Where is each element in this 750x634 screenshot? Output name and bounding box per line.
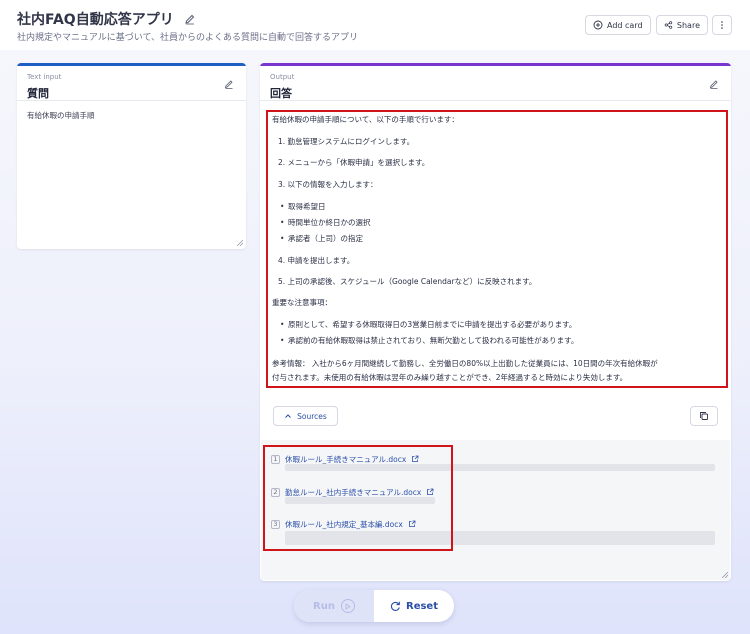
answer-step: 5. 上司の承認後、スケジュール（Google Calendarなど）に反映され… xyxy=(278,277,537,286)
add-card-icon xyxy=(593,20,603,30)
answer-note-item: 原則として、希望する休暇取得日の3営業日前までに申請を提出する必要があります。 xyxy=(280,319,576,330)
play-icon xyxy=(340,599,355,613)
resize-handle-icon[interactable] xyxy=(722,572,728,578)
question-input[interactable]: 有給休暇の申請手順 xyxy=(27,110,95,121)
answer-note-item: 承認前の有給休暇取得は禁止されており、無断欠勤として扱われる可能性があります。 xyxy=(280,335,578,346)
output-type-label: Output xyxy=(270,73,295,81)
reset-label: Reset xyxy=(406,600,438,612)
output-card-divider xyxy=(260,100,731,101)
answer-intro: 有給休暇の申請手順について、以下の手順で行います： xyxy=(272,115,459,124)
answer-text: 有給休暇の申請手順について、以下の手順で行います： 1. 勤怠管理システムにログ… xyxy=(266,110,728,388)
answer-step: 1. 勤怠管理システムにログインします。 xyxy=(278,137,415,146)
answer-notes-heading: 重要な注意事項： xyxy=(272,298,332,307)
app-subtitle: 社内規定やマニュアルに基づいて、社員からのよくある質問に自動で回答するアプリ xyxy=(17,33,359,43)
more-options-button[interactable] xyxy=(712,15,732,35)
answer-step: 3. 以下の情報を入力します： xyxy=(278,180,378,189)
resize-handle-icon[interactable] xyxy=(237,240,243,246)
input-type-label: Text input xyxy=(27,73,62,81)
input-card-divider xyxy=(17,100,246,101)
sources-highlight xyxy=(263,445,453,551)
answer-reference-line: 参考情報： 入社から6ヶ月間継続して勤務し、全労働日の80%以上出勤した従業員に… xyxy=(272,359,658,368)
sources-toggle-button[interactable]: Sources xyxy=(273,406,338,426)
share-icon xyxy=(664,21,673,29)
app-title-row: 社内FAQ自動応答アプリ xyxy=(17,9,196,29)
output-card-accent xyxy=(260,63,731,66)
add-card-button[interactable]: Add card xyxy=(585,15,651,35)
reset-icon xyxy=(390,601,400,611)
run-reset-group: Run Reset xyxy=(294,590,454,622)
chevron-up-icon xyxy=(285,414,292,418)
answer-input-item: 時間単位か終日かの選択 xyxy=(280,217,370,228)
edit-input-icon[interactable] xyxy=(224,79,234,89)
input-card: Text input 質問 有給休暇の申請手順 xyxy=(17,63,246,249)
run-button[interactable]: Run xyxy=(294,590,374,622)
app-title: 社内FAQ自動応答アプリ xyxy=(17,12,174,28)
input-card-accent xyxy=(17,63,246,66)
answer-reference-line: 付与されます。未使用の有給休暇は翌年のみ繰り越すことができ、2年経過すると時効に… xyxy=(272,373,628,382)
copy-button[interactable] xyxy=(690,406,718,426)
answer-input-item: 承認者（上司）の指定 xyxy=(280,233,363,244)
answer-step: 4. 申請を提出します。 xyxy=(278,256,355,265)
input-title: 質問 xyxy=(27,87,49,100)
answer-step: 2. メニューから「休暇申請」を選択します。 xyxy=(278,158,430,167)
run-label: Run xyxy=(313,600,335,612)
more-icon xyxy=(721,21,723,29)
answer-input-item: 取得希望日 xyxy=(280,201,325,212)
sources-toggle-label: Sources xyxy=(297,411,327,421)
app-header: 社内FAQ自動応答アプリ 社内規定やマニュアルに基づいて、社員からのよくある質問… xyxy=(0,0,750,50)
share-button[interactable]: Share xyxy=(656,15,708,35)
copy-icon xyxy=(700,412,708,420)
output-title: 回答 xyxy=(270,87,292,100)
edit-output-icon[interactable] xyxy=(709,79,719,89)
share-label: Share xyxy=(676,20,700,30)
edit-title-icon[interactable] xyxy=(184,13,196,25)
add-card-label: Add card xyxy=(607,20,643,30)
reset-button[interactable]: Reset xyxy=(374,590,454,622)
